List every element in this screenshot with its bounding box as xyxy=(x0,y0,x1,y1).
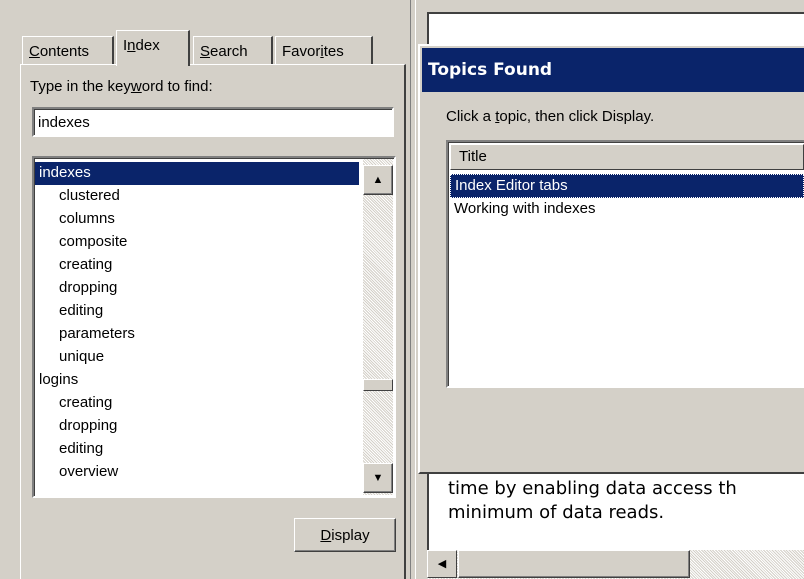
keyword-input[interactable] xyxy=(32,107,394,137)
list-item[interactable]: editing xyxy=(35,300,359,323)
list-item[interactable]: Working with indexes xyxy=(450,198,804,222)
dialog-title-bar[interactable]: Topics Found xyxy=(422,48,804,92)
scroll-left-icon[interactable]: ◀ xyxy=(427,550,457,578)
keyword-label: Type in the keyword to find: xyxy=(30,78,213,95)
list-item[interactable]: composite xyxy=(35,231,359,254)
list-item[interactable]: logins xyxy=(35,369,359,392)
list-item[interactable]: overview xyxy=(35,461,359,484)
list-item[interactable]: creating xyxy=(35,254,359,277)
scroll-down-icon[interactable]: ▼ xyxy=(363,463,393,493)
topics-items: Index Editor tabs Working with indexes xyxy=(450,174,804,222)
list-item[interactable]: unique xyxy=(35,346,359,369)
pane-splitter[interactable] xyxy=(410,0,416,579)
tab-search[interactable]: Search xyxy=(193,36,273,66)
dialog-instruction: Click a topic, then click Display. xyxy=(446,108,655,125)
index-list-scrollbar[interactable]: ▲ ▼ xyxy=(363,159,393,495)
content-horizontal-scrollbar[interactable]: ◀ xyxy=(427,550,804,579)
list-item[interactable]: Index Editor tabs xyxy=(450,174,804,198)
tab-contents[interactable]: Contents xyxy=(22,36,114,66)
list-item[interactable]: parameters xyxy=(35,323,359,346)
topic-content-text: time by enabling data access th minimum … xyxy=(448,477,804,525)
display-button[interactable]: Display xyxy=(294,518,396,552)
scroll-up-icon[interactable]: ▲ xyxy=(363,165,393,195)
content-line: minimum of data reads. xyxy=(448,502,665,523)
list-item[interactable]: indexes xyxy=(35,162,359,185)
scroll-thumb[interactable] xyxy=(458,550,690,578)
index-items: indexes clustered columns composite creating… xyxy=(35,162,359,484)
list-item[interactable]: creating xyxy=(35,392,359,415)
index-keyword-list[interactable]: indexes clustered columns composite creating… xyxy=(32,156,396,498)
list-item[interactable]: columns xyxy=(35,208,359,231)
list-item[interactable]: clustered xyxy=(35,185,359,208)
list-item[interactable]: dropping xyxy=(35,415,359,438)
topics-found-dialog: Topics Found Click a topic, then click D… xyxy=(418,44,804,474)
column-header-title[interactable]: Title xyxy=(450,144,804,170)
tab-favorites[interactable]: Favorites xyxy=(275,36,373,66)
tab-index[interactable]: Index xyxy=(116,30,190,66)
content-line: time by enabling data access th xyxy=(448,478,737,499)
scroll-thumb[interactable] xyxy=(363,379,393,391)
list-item[interactable]: dropping xyxy=(35,277,359,300)
topics-list[interactable]: Title Index Editor tabs Working with inde… xyxy=(446,140,804,388)
dialog-title: Topics Found xyxy=(428,60,553,80)
list-item[interactable]: editing xyxy=(35,438,359,461)
